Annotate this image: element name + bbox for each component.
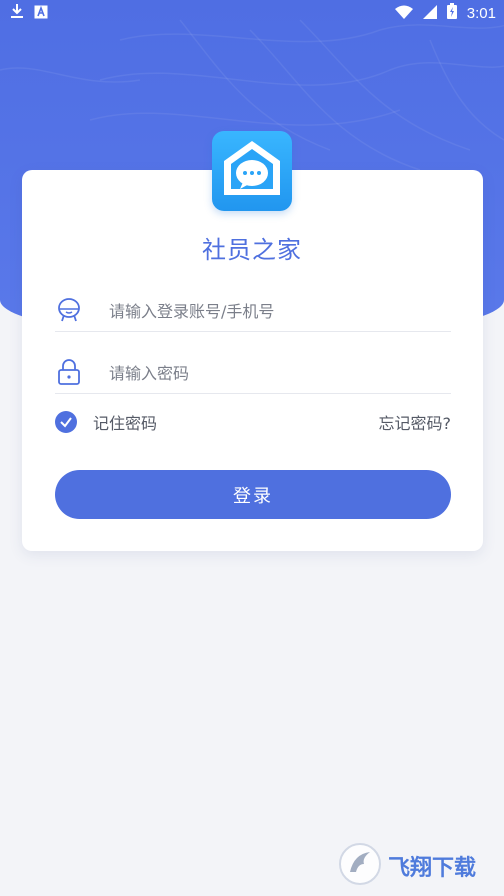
login-button[interactable]: 登录 [55,470,451,519]
remember-password-label[interactable]: 记住密码 [93,410,157,434]
app-title: 社员之家 [202,236,302,264]
status-bar: 3:01 [0,0,504,26]
account-field[interactable]: 请输入登录账号/手机号 [55,288,451,332]
chat-house-icon [212,131,292,211]
account-input[interactable]: 请输入登录账号/手机号 [109,298,274,322]
watermark-text: 飞翔下载 [388,856,477,881]
wifi-icon [394,4,413,23]
watermark: 飞翔下载 [338,840,498,892]
password-field[interactable]: 请输入密码 [55,350,451,394]
battery-icon [446,3,457,23]
status-time: 3:01 [466,4,496,22]
user-icon [55,296,83,324]
feixiang-logo [338,842,382,890]
checkmark-icon[interactable] [55,411,77,433]
forgot-password-link[interactable]: 忘记密码? [379,410,452,434]
password-input[interactable]: 请输入密码 [109,360,189,384]
text-a-icon [34,4,48,23]
signal-icon [422,4,437,23]
remember-password-toggle[interactable]: 记住密码 [55,410,157,434]
login-screen: 3:01 社员之家 请输入登录账号/手机号 请输入密码 记住密码 忘记密码? 登… [0,0,504,896]
lock-icon [55,358,83,386]
download-icon [10,3,24,23]
remember-row: 记住密码 忘记密码? [55,408,451,436]
